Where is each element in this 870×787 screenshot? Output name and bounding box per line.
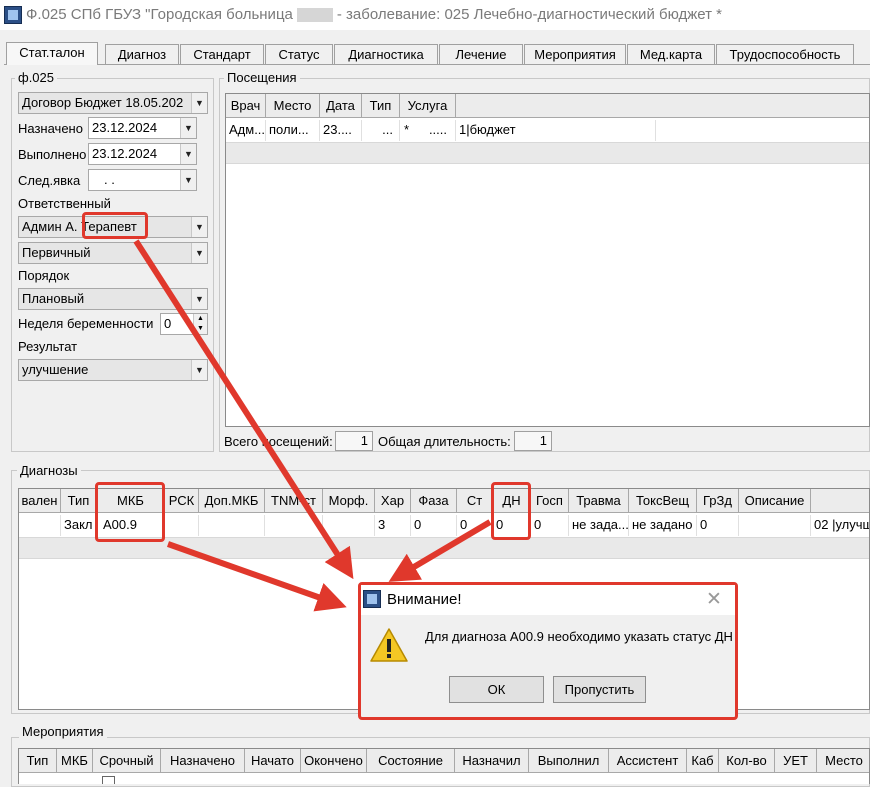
ok-button[interactable]: ОК xyxy=(449,676,544,703)
close-icon[interactable]: ✕ xyxy=(706,588,722,611)
skip-button[interactable]: Пропустить xyxy=(553,676,646,703)
arrow-dn xyxy=(388,519,492,582)
warning-icon xyxy=(370,628,408,662)
arrow-mkb xyxy=(166,541,347,612)
dialog-title: Внимание! xyxy=(387,591,462,608)
dialog-titlebar: Внимание! ✕ xyxy=(361,585,735,615)
arrow-responsible xyxy=(133,239,354,580)
dialog-message: Для диагноза A00.9 необходимо указать ст… xyxy=(425,629,733,644)
warning-dialog: Внимание! ✕ Для диагноза A00.9 необходим… xyxy=(358,582,738,720)
app-icon xyxy=(363,590,381,608)
